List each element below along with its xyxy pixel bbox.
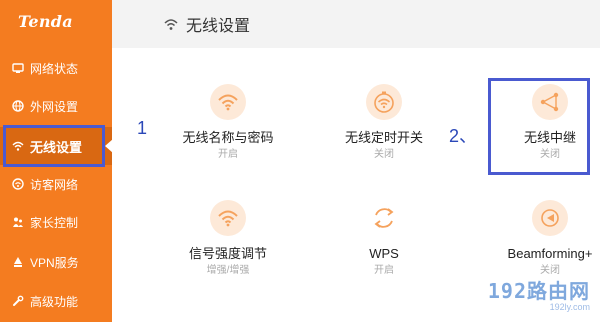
sidebar-item-vpn[interactable]: VPN服务	[0, 243, 112, 281]
highlight-box-relay	[488, 78, 590, 175]
tile-status: 增强/增强	[206, 265, 250, 276]
tile-status: 开启	[218, 149, 238, 160]
sidebar-item-label: 外网设置	[30, 99, 79, 114]
tile-status: 开启	[374, 265, 394, 276]
wifi-timer-icon	[366, 84, 402, 120]
sidebar-item-label: 家长控制	[30, 215, 79, 230]
annotation-step-2: 2、	[449, 126, 478, 146]
sidebar-item-label: 高级功能	[30, 294, 79, 309]
tile-signal-strength[interactable]: 信号强度调节 增强/增强	[168, 200, 288, 278]
tile-wifi-name-password[interactable]: 无线名称与密码 开启	[168, 84, 288, 162]
watermark-main: 192路由网	[487, 279, 590, 303]
tile-wps[interactable]: WPS 开启	[324, 200, 444, 278]
tile-name: Beamforming+	[507, 246, 593, 261]
sidebar-item-guest-network[interactable]: 访客网络	[0, 165, 112, 203]
page-title: 无线设置	[186, 18, 251, 35]
sidebar-item-label: VPN服务	[30, 255, 79, 270]
wps-icon	[366, 200, 402, 236]
signal-strength-icon	[210, 200, 246, 236]
globe-icon	[12, 100, 24, 112]
wifi-icon	[210, 84, 246, 120]
page-header: 无线设置	[112, 0, 600, 48]
watermark: 192路由网 192ly.com	[488, 275, 590, 312]
sidebar-item-wan-settings[interactable]: 外网设置	[0, 87, 112, 125]
vpn-icon	[12, 256, 24, 268]
tenda-logo: Tenda	[18, 12, 73, 31]
sidebar-item-parental-control[interactable]: 家长控制	[0, 203, 112, 241]
beamforming-icon	[532, 200, 568, 236]
tile-name: 信号强度调节	[188, 246, 267, 261]
tile-name: WPS	[369, 246, 399, 261]
parental-icon	[12, 216, 24, 228]
tile-beamforming[interactable]: Beamforming+ 关闭	[490, 200, 600, 278]
wrench-icon	[12, 295, 24, 307]
wifi-icon	[164, 17, 178, 31]
sidebar-item-label: 访客网络	[30, 177, 79, 192]
tile-status: 关闭	[374, 149, 394, 160]
annotation-step-1: 1	[137, 118, 148, 138]
guest-icon	[12, 178, 24, 190]
highlight-box-sidebar	[3, 125, 105, 167]
sidebar-item-network-status[interactable]: 网络状态	[0, 49, 112, 87]
tile-name: 无线名称与密码	[182, 130, 274, 145]
sidebar-item-advanced[interactable]: 高级功能	[0, 282, 112, 320]
tile-wifi-schedule[interactable]: 无线定时开关 关闭	[324, 84, 444, 162]
sidebar-item-label: 网络状态	[30, 61, 79, 76]
network-status-icon	[12, 62, 24, 74]
tile-name: 无线定时开关	[344, 130, 423, 145]
